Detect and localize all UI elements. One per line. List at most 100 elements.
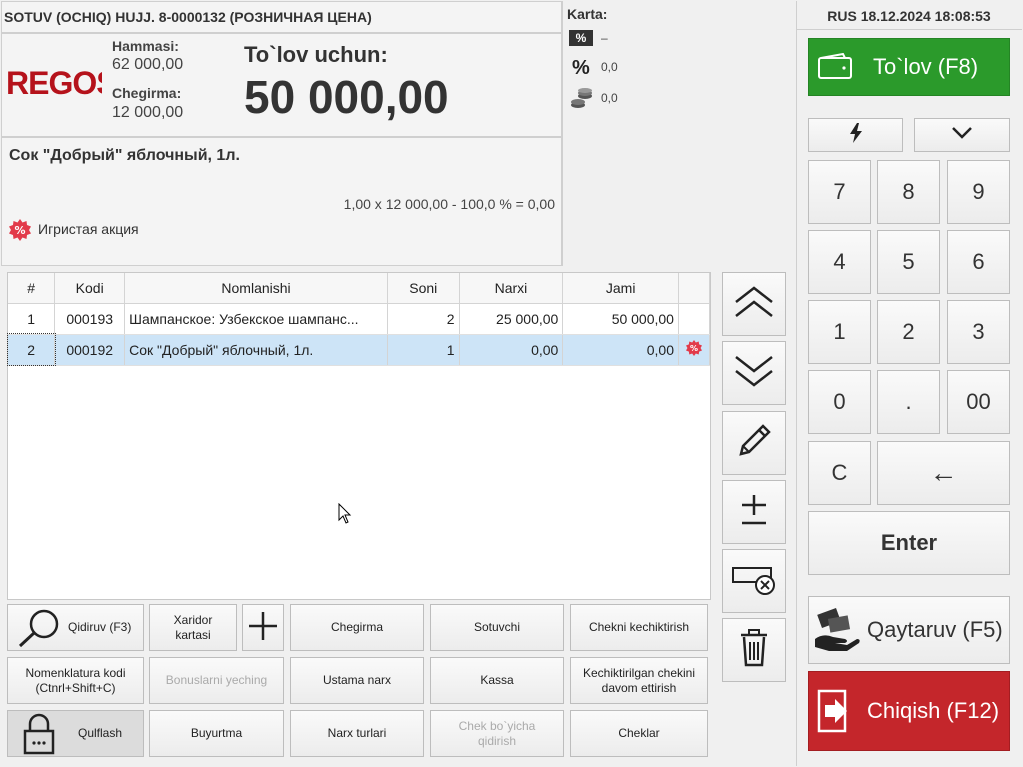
row-price: 0,00 [459, 334, 564, 366]
lock-button[interactable]: Qulflash [7, 710, 144, 757]
karta-panel [562, 1, 795, 266]
lightning-icon [849, 123, 863, 147]
discount-button[interactable]: Chegirma [290, 604, 424, 651]
lightning-button[interactable] [808, 118, 903, 152]
pay-button[interactable]: To`lov (F8) [808, 38, 1010, 96]
table-row[interactable]: 2 000192 Сок "Добрый" яблочный, 1л. 1 0,00 0,… [7, 333, 711, 366]
column-header[interactable] [678, 273, 711, 304]
promo-badge-icon: % [685, 340, 702, 359]
search-by-check-button[interactable]: Chek bo`yicha qidirish [430, 710, 564, 757]
delay-check-button[interactable]: Chekni kechiktirish [570, 604, 708, 651]
plus-minus-icon [739, 493, 769, 531]
percent-icon: % [572, 57, 590, 79]
column-header[interactable]: Jami [562, 273, 679, 304]
items-grid[interactable]: # Kodi Nomlanishi Soni Narxi Jami 1 000193 Шамп… [7, 272, 711, 600]
mouse-cursor [338, 502, 352, 525]
key-2[interactable]: 2 [877, 300, 940, 364]
master-price-button[interactable]: Ustama narx [290, 657, 424, 704]
coins-icon [570, 87, 594, 111]
scroll-down-button[interactable] [722, 341, 786, 405]
svg-text:%: % [690, 344, 698, 353]
key-6[interactable]: 6 [947, 230, 1010, 294]
plus-icon [247, 610, 279, 646]
key-0[interactable]: 0 [808, 370, 871, 434]
delete-button[interactable] [722, 618, 786, 682]
scroll-up-button[interactable] [722, 272, 786, 336]
add-button[interactable] [242, 604, 284, 651]
edit-button[interactable] [722, 411, 786, 475]
row-name: Сок "Добрый" яблочный, 1л. [124, 334, 388, 366]
promo-label: Игристая акция [38, 221, 139, 237]
price-types-button[interactable]: Narx turlari [290, 710, 424, 757]
key-7[interactable]: 7 [808, 160, 871, 224]
column-header[interactable]: Soni [387, 273, 460, 304]
key-5[interactable]: 5 [877, 230, 940, 294]
table-body: 1 000193 Шампанское: Узбекское шампанс... 2… [7, 303, 711, 366]
key-dot[interactable]: . [877, 370, 940, 434]
checks-button[interactable]: Cheklar [570, 710, 708, 757]
row-delete-icon [731, 562, 777, 600]
pay-button-label: To`lov (F8) [873, 53, 979, 79]
column-header[interactable]: Narxi [459, 273, 564, 304]
column-header[interactable]: Nomlanishi [124, 273, 388, 304]
total-label: Hammasi: [112, 38, 179, 54]
column-header[interactable]: Kodi [54, 273, 126, 304]
nomenclature-code-button[interactable]: Nomenklatura kodi (Ctnrl+Shift+C) [7, 657, 144, 704]
percent-badge-value: – [601, 31, 608, 45]
items-table: # Kodi Nomlanishi Soni Narxi Jami 1 000193 Шамп… [7, 273, 711, 366]
chevron-down-icon [951, 126, 973, 144]
pay-amount: 50 000,00 [244, 71, 449, 123]
quantity-button[interactable] [722, 480, 786, 544]
dropdown-button[interactable] [914, 118, 1010, 152]
key-8[interactable]: 8 [877, 160, 940, 224]
row-total: 50 000,00 [562, 303, 679, 335]
row-number: 1 [8, 303, 56, 335]
exit-door-icon [817, 689, 853, 733]
svg-text:REGOS: REGOS [6, 66, 102, 100]
customer-card-button[interactable]: Xaridor kartasi [149, 604, 237, 651]
double-chevron-up-icon [734, 284, 774, 324]
lock-icon [22, 713, 56, 755]
percent-badge-icon: % [569, 30, 593, 46]
seller-button[interactable]: Sotuvchi [430, 604, 564, 651]
key-1[interactable]: 1 [808, 300, 871, 364]
selected-item-name: Сок "Добрый" яблочный, 1л. [9, 147, 240, 164]
order-button[interactable]: Buyurtma [149, 710, 284, 757]
cashbox-button[interactable]: Kassa [430, 657, 564, 704]
row-quantity: 1 [387, 334, 460, 366]
key-4[interactable]: 4 [808, 230, 871, 294]
key-clear[interactable]: C [808, 441, 871, 505]
enter-button[interactable]: Enter [808, 511, 1010, 575]
key-backspace[interactable]: ← [877, 441, 1010, 505]
double-chevron-down-icon [734, 353, 774, 393]
key-3[interactable]: 3 [947, 300, 1010, 364]
search-icon [16, 608, 62, 648]
discount-label: Chegirma: [112, 85, 182, 101]
price-formula: 1,00 x 12 000,00 - 100,0 % = 0,00 [343, 196, 555, 212]
table-header: # Kodi Nomlanishi Soni Narxi Jami [8, 273, 711, 304]
exit-button[interactable]: Chiqish (F12) [808, 671, 1010, 751]
promo-icon: % [9, 219, 31, 241]
column-header[interactable]: # [8, 273, 56, 304]
return-hand-icon [813, 605, 861, 655]
row-number: 2 [7, 333, 56, 366]
return-button[interactable]: Qaytaruv (F5) [808, 596, 1010, 664]
status-bar: RUS 18.12.2024 18:08:53 [827, 8, 991, 24]
key-00[interactable]: 00 [947, 370, 1010, 434]
clear-row-button[interactable] [722, 549, 786, 613]
continue-delayed-button[interactable]: Kechiktirilgan chekini davom ettirish [570, 657, 708, 704]
bonuses-button[interactable]: Bonuslarni yeching [149, 657, 284, 704]
key-9[interactable]: 9 [947, 160, 1010, 224]
row-code: 000193 [54, 303, 126, 335]
pencil-icon [735, 422, 773, 464]
document-title: SOTUV (OCHIQ) HUJJ. 8-0000132 (РОЗНИЧНАЯ… [4, 9, 372, 25]
search-button-label: Qidiruv (F3) [68, 620, 132, 635]
svg-text:%: % [14, 224, 25, 237]
table-row[interactable]: 1 000193 Шампанское: Узбекское шампанс... 2… [8, 303, 711, 335]
search-button[interactable]: Qidiruv (F3) [7, 604, 144, 651]
lock-button-label: Qulflash [78, 726, 123, 741]
exit-button-label: Chiqish (F12) [867, 697, 1000, 723]
percent-value: 0,0 [601, 60, 618, 74]
wallet-icon [817, 52, 853, 81]
pay-label: To`lov uchun: [244, 42, 388, 67]
